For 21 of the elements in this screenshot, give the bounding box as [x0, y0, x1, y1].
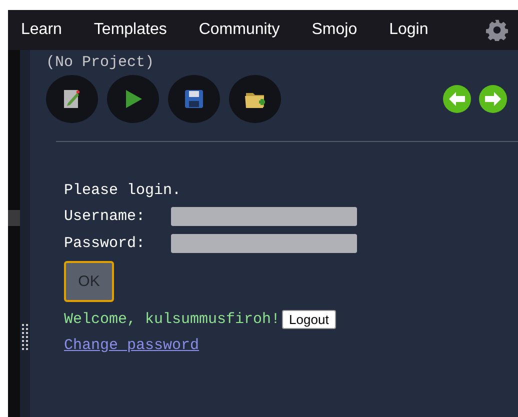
field-label: Password: [64, 235, 146, 252]
login-prompt: Please login. [64, 182, 182, 199]
settings-icon[interactable] [486, 19, 508, 41]
run-button[interactable] [107, 75, 159, 123]
field-label: Username: [64, 208, 146, 225]
change-password-link[interactable]: Change password [64, 337, 200, 354]
welcome-message: Welcome, kulsummusfiroh! [64, 311, 280, 328]
input-field[interactable] [171, 207, 357, 226]
scrollbar-thumb[interactable] [8, 210, 20, 226]
nav-link[interactable]: Login [389, 21, 428, 39]
logout-button[interactable]: Logout [282, 310, 336, 329]
nav-link[interactable]: Smojo [312, 21, 358, 39]
nav-link[interactable]: Community [198, 21, 280, 39]
edit-button[interactable] [46, 75, 98, 123]
drag-handle-icon[interactable] [22, 324, 28, 352]
project-title: (No Project) [46, 54, 156, 71]
nav-link[interactable]: Templates [94, 21, 167, 39]
nav-link[interactable]: Learn [21, 21, 62, 39]
new-folder-button[interactable] [229, 75, 281, 123]
input-field[interactable] [171, 234, 357, 253]
save-button[interactable] [168, 75, 220, 123]
